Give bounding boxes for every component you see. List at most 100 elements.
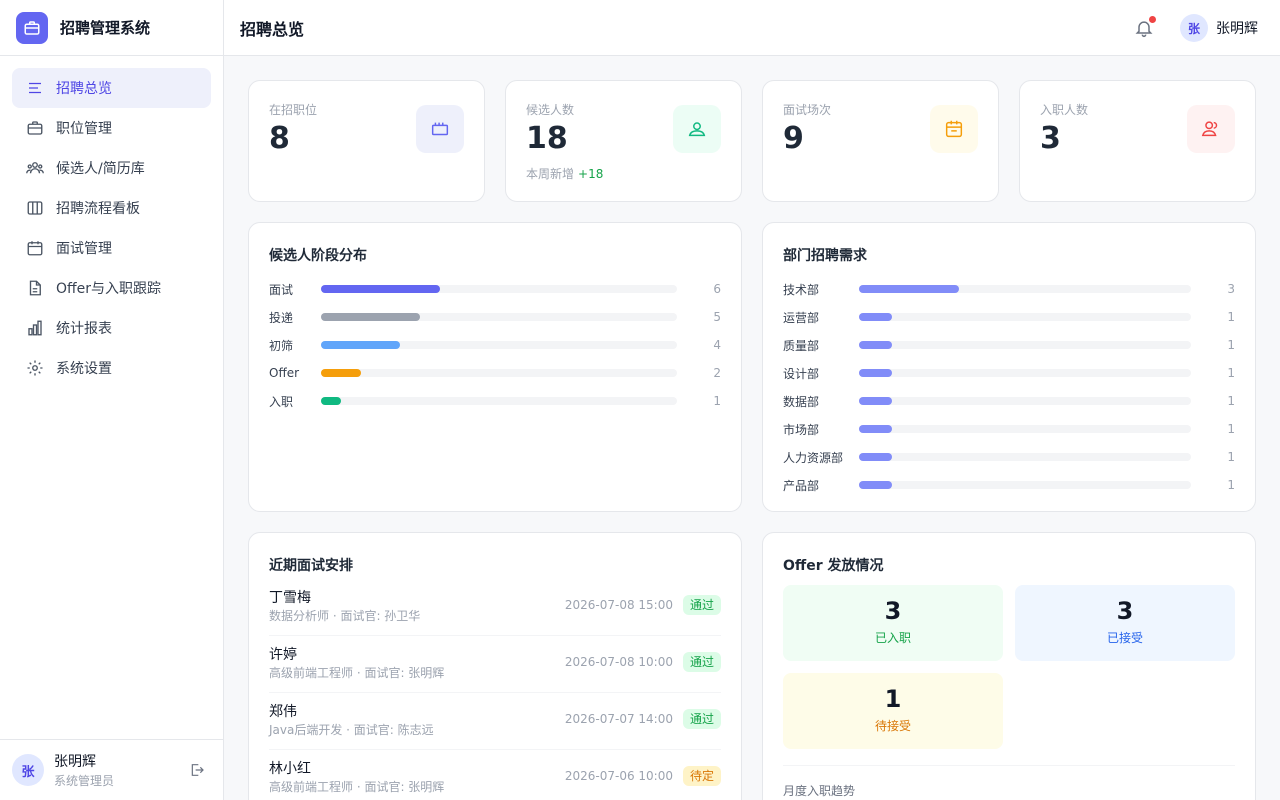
offer-count: 3 xyxy=(1116,597,1134,625)
stage-distribution-card: 候选人阶段分布 面试 6 投递 5 初筛 4 Offer 2 入职 1 xyxy=(248,222,742,512)
header-user-name: 张明辉 xyxy=(1216,21,1258,37)
card-title: Offer 发放情况 xyxy=(783,558,884,574)
sidebar-item-interviews[interactable]: 面试管理 xyxy=(12,228,211,268)
recent-interviews-card: 近期面试安排 丁雪梅 数据分析师 · 面试官: 孙卫华 2026-07-08 15:… xyxy=(248,532,742,800)
bar-count: 4 xyxy=(713,338,721,352)
stat-card-candidates: 候选人数 18 本周新增 +18 xyxy=(505,80,742,202)
avatar[interactable]: 张 xyxy=(12,754,44,786)
interview-time: 2026-07-06 10:00 xyxy=(564,769,673,783)
sidebar-item-label: 系统设置 xyxy=(56,361,112,377)
department-bar-row: 技术部 3 xyxy=(783,279,1235,299)
stage-bar-row: 投递 5 xyxy=(269,307,721,327)
offer-status-card: Offer 发放情况 3 已入职 3 已接受 1 待接受 月度入职趋势 xyxy=(762,532,1256,800)
department-bar-row: 质量部 1 xyxy=(783,335,1235,355)
candidate-name: 郑伟 xyxy=(269,704,297,720)
bar-count: 6 xyxy=(713,282,721,296)
stage-bar-row: 入职 1 xyxy=(269,391,721,411)
interview-detail: 高级前端工程师 · 面试官: 张明辉 xyxy=(269,666,445,680)
app-name: 招聘管理系统 xyxy=(60,19,151,37)
interview-time: 2026-07-07 14:00 xyxy=(564,712,673,726)
bar-fill xyxy=(321,397,341,405)
sidebar-item-label: 招聘总览 xyxy=(56,81,112,97)
bar-fill xyxy=(859,285,959,293)
stat-card-interviews: 面试场次 9 xyxy=(762,80,999,202)
sidebar-item-label: 职位管理 xyxy=(56,121,112,137)
sidebar-item-candidates[interactable]: 候选人/简历库 xyxy=(12,148,211,188)
bar-count: 1 xyxy=(713,394,721,408)
top-header: 招聘总览 张 张明辉 xyxy=(224,0,1280,56)
bell-icon[interactable] xyxy=(1134,16,1156,42)
offer-box-pending[interactable]: 1 待接受 xyxy=(783,673,1003,749)
status-badge: 通过 xyxy=(682,709,721,729)
bar-fill xyxy=(859,397,892,405)
bar-count: 3 xyxy=(1227,282,1235,296)
sidebar-item-label: 统计报表 xyxy=(56,321,112,337)
bar-count: 1 xyxy=(1227,478,1235,492)
bar-fill xyxy=(321,285,440,293)
stat-value: 18 xyxy=(526,121,568,156)
bar-label: Offer xyxy=(269,366,300,380)
department-bar-row: 数据部 1 xyxy=(783,391,1235,411)
bar-count: 5 xyxy=(713,310,721,324)
bar-track xyxy=(859,369,1191,377)
header-user-menu[interactable]: 张 张明辉 xyxy=(1180,14,1258,42)
stat-label: 入职人数 xyxy=(1040,103,1089,117)
brand: 招聘管理系统 xyxy=(0,0,223,56)
card-title: 候选人阶段分布 xyxy=(269,248,367,264)
bar-label: 初筛 xyxy=(269,338,294,353)
department-bar-row: 产品部 1 xyxy=(783,475,1235,495)
sidebar-item-offers[interactable]: Offer与入职跟踪 xyxy=(12,268,211,308)
offer-count: 1 xyxy=(884,685,902,713)
sidebar-item-label: Offer与入职跟踪 xyxy=(56,281,162,297)
bar-fill xyxy=(859,481,892,489)
bar-count: 1 xyxy=(1227,422,1235,436)
stat-card-open-jobs: 在招职位 8 xyxy=(248,80,485,202)
bar-fill xyxy=(859,425,892,433)
sidebar-item-settings[interactable]: 系统设置 xyxy=(12,348,211,388)
bar-count: 2 xyxy=(713,366,721,380)
logout-icon[interactable] xyxy=(189,762,205,782)
stat-sub: 本周新增 +18 xyxy=(526,165,603,182)
sidebar-user: 张 张明辉 系统管理员 xyxy=(0,739,223,800)
stage-bar-row: 面试 6 xyxy=(269,279,721,299)
briefcase-icon xyxy=(416,105,464,153)
bar-count: 1 xyxy=(1227,394,1235,408)
sidebar-item-overview[interactable]: 招聘总览 xyxy=(12,68,211,108)
gear-icon xyxy=(27,360,43,376)
interview-row[interactable]: 许婷 高级前端工程师 · 面试官: 张明辉 2026-07-08 10:00 通过 xyxy=(269,636,721,693)
bar-track xyxy=(321,397,677,405)
bar-track xyxy=(859,285,1191,293)
bar-label: 入职 xyxy=(269,394,294,409)
stat-value: 3 xyxy=(1040,121,1061,156)
bar-label: 质量部 xyxy=(783,338,820,353)
avatar: 张 xyxy=(1180,14,1208,42)
interview-row[interactable]: 林小红 高级前端工程师 · 面试官: 张明辉 2026-07-06 10:00 待定 xyxy=(269,750,721,800)
offer-box-accepted[interactable]: 3 已接受 xyxy=(1015,585,1235,661)
sidebar-item-jobs[interactable]: 职位管理 xyxy=(12,108,211,148)
interview-row[interactable]: 丁雪梅 数据分析师 · 面试官: 孙卫华 2026-07-08 15:00 通过 xyxy=(269,579,721,636)
bar-fill xyxy=(859,453,892,461)
bar-count: 1 xyxy=(1227,366,1235,380)
bar-count: 1 xyxy=(1227,338,1235,352)
candidate-name: 许婷 xyxy=(269,647,297,663)
user-role: 系统管理员 xyxy=(54,774,115,788)
sidebar-item-kanban[interactable]: 招聘流程看板 xyxy=(12,188,211,228)
card-title: 部门招聘需求 xyxy=(783,248,867,264)
sidebar-item-label: 候选人/简历库 xyxy=(56,161,145,177)
interview-time: 2026-07-08 15:00 xyxy=(564,598,673,612)
interview-row[interactable]: 郑伟 Java后端开发 · 面试官: 陈志远 2026-07-07 14:00 通过 xyxy=(269,693,721,750)
offer-label: 已接受 xyxy=(1106,631,1143,645)
menu-lines-icon xyxy=(29,82,41,94)
interview-time: 2026-07-08 10:00 xyxy=(564,655,673,669)
bar-track xyxy=(859,313,1191,321)
user-name: 张明辉 xyxy=(54,754,96,770)
trend-label: 月度入职趋势 xyxy=(783,784,856,798)
bar-track xyxy=(321,369,677,377)
bar-fill xyxy=(859,341,892,349)
stat-label: 候选人数 xyxy=(526,103,575,117)
interview-detail: Java后端开发 · 面试官: 陈志远 xyxy=(269,723,434,737)
calendar-icon xyxy=(930,105,978,153)
offer-box-onboarded[interactable]: 3 已入职 xyxy=(783,585,1003,661)
sidebar-item-reports[interactable]: 统计报表 xyxy=(12,308,211,348)
bar-label: 市场部 xyxy=(783,422,820,437)
